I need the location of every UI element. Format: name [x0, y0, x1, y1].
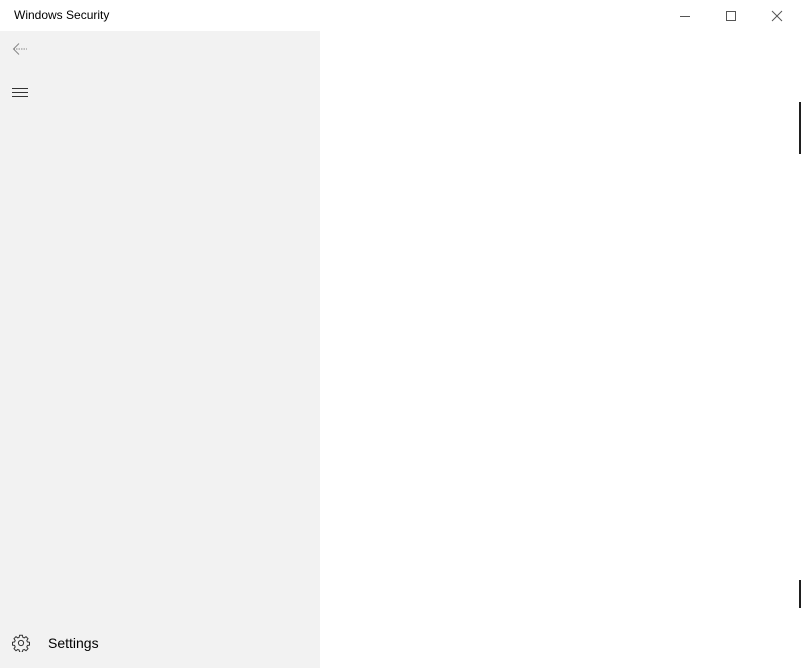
- minimize-icon: [679, 10, 691, 22]
- minimize-button[interactable]: [662, 0, 708, 31]
- maximize-button[interactable]: [708, 0, 754, 31]
- navigation-sidebar: Settings: [0, 31, 320, 668]
- gear-icon: [1, 623, 41, 663]
- back-arrow-icon: [12, 42, 28, 61]
- sidebar-item-label: Settings: [48, 635, 99, 651]
- window-title: Windows Security: [14, 8, 110, 22]
- windows-security-window: Windows Security Settings: [0, 0, 801, 668]
- close-icon: [771, 10, 783, 22]
- maximize-icon: [725, 10, 737, 22]
- main-content-area: [320, 31, 801, 668]
- back-button[interactable]: [0, 31, 40, 71]
- sidebar-item-settings[interactable]: Settings: [0, 623, 320, 663]
- menu-button[interactable]: [0, 75, 40, 115]
- close-button[interactable]: [754, 0, 800, 31]
- hamburger-menu-icon: [12, 86, 28, 104]
- title-bar[interactable]: Windows Security: [0, 0, 801, 31]
